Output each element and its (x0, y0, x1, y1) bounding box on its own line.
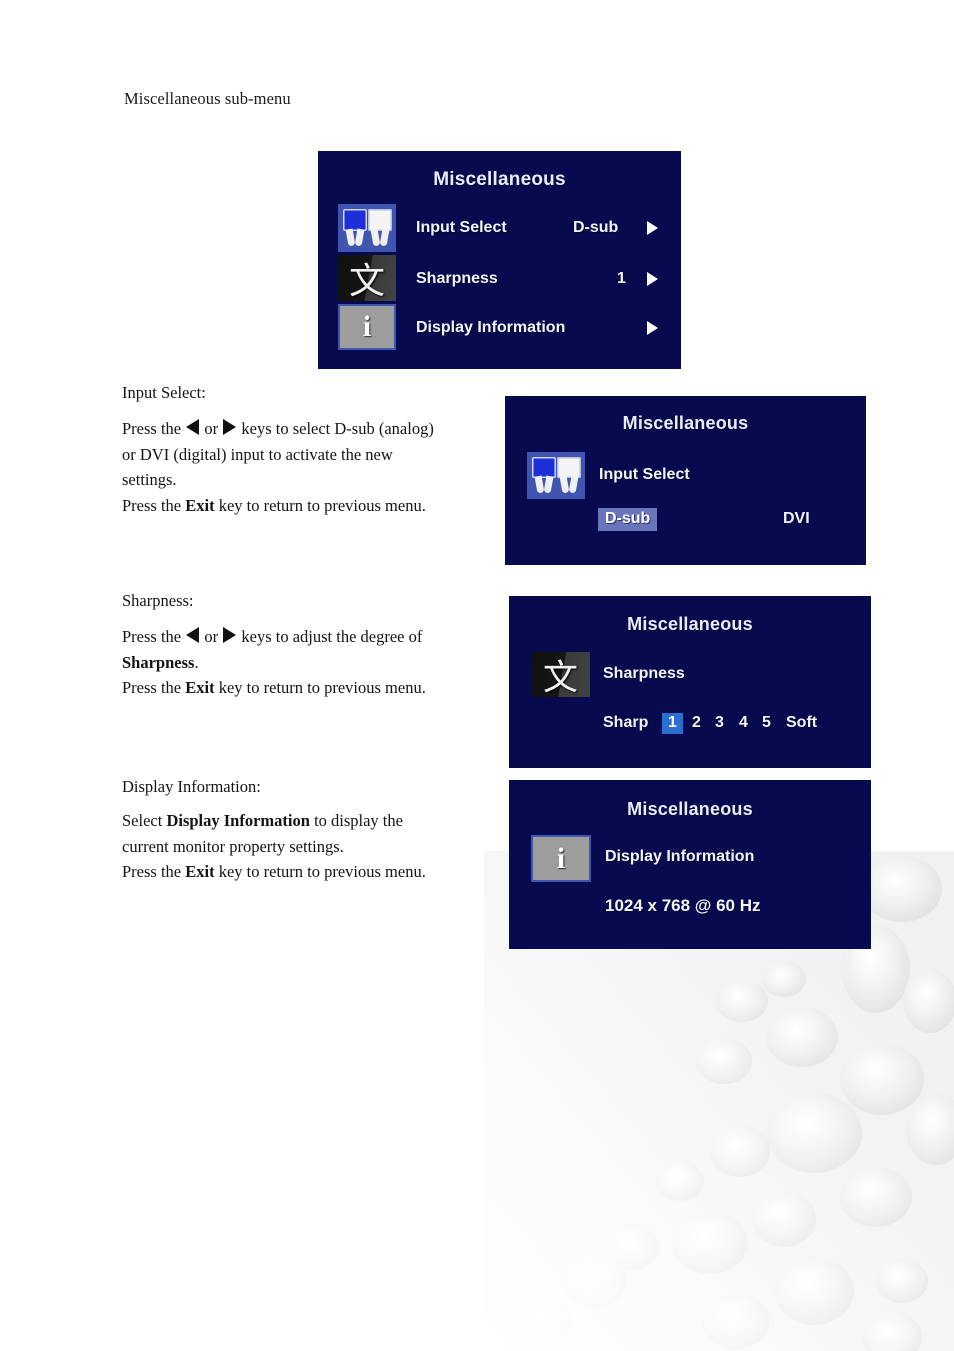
exit-key-label: Exit (185, 862, 215, 881)
osd-title-input-select: Miscellaneous (622, 413, 749, 433)
option-dvi[interactable]: DVI (783, 510, 810, 528)
right-arrow-icon (223, 419, 237, 435)
section-heading-input-select: Input Select: (122, 383, 206, 402)
display-info-line-1: Select Display Information to display th… (122, 811, 403, 830)
menu-row-label-display-information[interactable]: Display Information (416, 319, 565, 337)
scale-label-sharp: Sharp (603, 714, 649, 731)
chevron-right-icon-input-select[interactable] (647, 221, 658, 235)
scale-label-soft: Soft (786, 714, 818, 731)
chevron-right-icon-sharpness[interactable] (647, 272, 658, 286)
kanji-text-icon: 文 (531, 652, 590, 697)
osd-row-label-display-information: Display Information (605, 848, 755, 865)
sharpness-term: Sharpness (122, 652, 195, 672)
input-select-line-2: or DVI (digital) input to activate the n… (122, 444, 393, 464)
exit-key-label: Exit (185, 678, 215, 697)
section-heading-sharpness: Sharpness: (122, 591, 194, 610)
osd-row-label-input-select: Input Select (599, 466, 690, 483)
section-heading-display-information: Display Information: (122, 777, 261, 796)
scale-value-5[interactable]: 5 (762, 714, 771, 732)
osd-title-sharpness: Miscellaneous (627, 614, 753, 634)
connector-plugs-icon (527, 452, 585, 499)
osd-title-main: Miscellaneous (433, 169, 566, 190)
osd-panel-main-menu: Miscellaneous Input Select D-sub 文 Sharp… (318, 151, 681, 369)
sharpness-line-1: Press the or keys to adjust the degree o… (122, 627, 423, 646)
scale-value-1[interactable]: 1 (662, 713, 683, 734)
sharpness-line-2: Sharpness. (122, 652, 199, 672)
osd-title-display-information: Miscellaneous (627, 799, 753, 819)
section-body-sharpness: Press the or keys to adjust the degree o… (122, 624, 502, 701)
osd-row-label-sharpness: Sharpness (603, 665, 685, 682)
input-select-line-3: settings. (122, 470, 177, 489)
section-body-display-information: Select Display Information to display th… (122, 808, 502, 885)
info-icon: i (338, 304, 396, 350)
right-arrow-icon (223, 627, 237, 643)
menu-row-value-input-select: D-sub (573, 219, 619, 236)
menu-row-label-input-select[interactable]: Input Select (416, 219, 507, 237)
scale-value-4[interactable]: 4 (739, 714, 748, 732)
display-info-line-3: Press the Exit key to return to previous… (122, 862, 426, 881)
page-title: Miscellaneous sub-menu (124, 89, 291, 108)
scale-value-2[interactable]: 2 (692, 714, 701, 732)
connector-plugs-icon (338, 204, 396, 252)
display-information-term: Display Information (166, 811, 310, 830)
osd-panel-input-select: Miscellaneous Input Select D-sub DVI (505, 396, 866, 565)
left-arrow-icon (186, 627, 200, 643)
input-select-line-4: Press the Exit key to return to previous… (122, 495, 426, 515)
chevron-right-icon-display-information[interactable] (647, 321, 658, 335)
info-icon: i (531, 835, 591, 882)
osd-panel-display-information: Miscellaneous i Display Information 1024… (509, 780, 871, 949)
menu-row-label-sharpness[interactable]: Sharpness (416, 270, 498, 288)
osd-panel-sharpness: Miscellaneous 文 Sharpness Sharp 1 2 3 4 … (509, 596, 871, 768)
left-arrow-icon (186, 419, 200, 435)
sharpness-line-3: Press the Exit key to return to previous… (122, 678, 426, 697)
exit-key-label: Exit (185, 495, 215, 515)
menu-row-value-sharpness: 1 (617, 270, 626, 287)
display-info-line-2: current monitor property settings. (122, 836, 344, 856)
kanji-text-icon: 文 (338, 255, 396, 301)
scale-value-3[interactable]: 3 (715, 714, 724, 732)
section-body-input-select: Press the or keys to select D-sub (analo… (122, 416, 502, 518)
resolution-readout: 1024 x 768 @ 60 Hz (605, 896, 761, 915)
input-select-line-1: Press the or keys to select D-sub (analo… (122, 419, 434, 438)
option-dsub[interactable]: D-sub (598, 508, 658, 531)
